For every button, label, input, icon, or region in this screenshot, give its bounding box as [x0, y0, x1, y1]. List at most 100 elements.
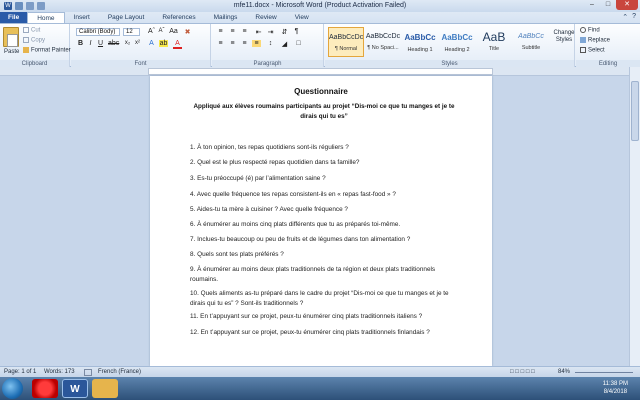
question-9: 9. À énumérer au moins deux plats tradit…	[190, 266, 436, 283]
ribbon-options: ⌃ ?	[622, 13, 636, 21]
maximize-button[interactable]: □	[600, 0, 616, 10]
sort-icon[interactable]: ⇵	[280, 28, 289, 36]
tab-page-layout[interactable]: Page Layout	[99, 12, 154, 23]
clear-formatting-icon[interactable]: ✖	[183, 28, 192, 36]
style-name: ¶ No Spaci...	[367, 45, 399, 51]
editing-group: Find Replace Select Editing	[576, 24, 640, 68]
style-heading-2[interactable]: AaBbCc Heading 2	[439, 27, 475, 57]
align-center-icon[interactable]: ≡	[228, 40, 237, 47]
minimize-button[interactable]: –	[584, 0, 600, 10]
shading-icon[interactable]: ◢	[280, 40, 289, 48]
style-sample: AaBbCc	[441, 33, 473, 42]
borders-icon[interactable]: □	[294, 40, 303, 47]
style-sample: AaBbCc	[518, 33, 544, 40]
clipboard-group: Paste Cut Copy Format Painter Clipboard	[0, 24, 71, 68]
word-taskbar-icon[interactable]: W	[62, 379, 88, 398]
subscript-icon[interactable]: x₂	[123, 40, 132, 46]
style-normal[interactable]: AaBbCcDc ¶ Normal	[328, 27, 364, 57]
replace-label: Replace	[588, 37, 611, 44]
window-title: mfe11.docx - Microsoft Word (Product Act…	[233, 2, 407, 9]
bullets-icon[interactable]: ≡	[216, 28, 225, 35]
change-case-icon[interactable]: Aa	[169, 28, 178, 35]
increase-indent-icon[interactable]: ⇥	[266, 28, 275, 36]
replace-button[interactable]: Replace	[580, 37, 610, 44]
word-count[interactable]: Words: 173	[44, 369, 75, 375]
multilevel-list-icon[interactable]: ≡	[240, 28, 249, 35]
strikethrough-icon[interactable]: abc	[108, 40, 119, 47]
tab-view[interactable]: View	[286, 12, 318, 23]
zoom-slider[interactable]	[575, 372, 633, 373]
grow-font-icon[interactable]: Aˆ	[147, 28, 156, 35]
cut-button[interactable]: Cut	[23, 27, 40, 34]
replace-icon	[580, 37, 586, 43]
binoculars-icon	[580, 27, 586, 33]
horizontal-ruler[interactable]	[0, 67, 640, 76]
decrease-indent-icon[interactable]: ⇤	[254, 28, 263, 36]
view-buttons[interactable]: □ □ □ □ □	[510, 369, 535, 375]
vertical-scrollbar[interactable]	[629, 67, 640, 366]
select-button[interactable]: Select	[580, 47, 605, 54]
tab-review[interactable]: Review	[246, 12, 285, 23]
copy-icon	[23, 37, 29, 43]
status-bar: Page: 1 of 1 Words: 173 French (France) …	[0, 366, 640, 377]
page-count[interactable]: Page: 1 of 1	[4, 369, 36, 375]
tab-references[interactable]: References	[153, 12, 204, 23]
zoom-level[interactable]: 84%	[558, 369, 570, 375]
align-left-icon[interactable]: ≡	[216, 40, 225, 47]
style-title[interactable]: AaB Title	[476, 27, 512, 57]
language-indicator[interactable]: French (France)	[98, 369, 141, 375]
align-right-icon[interactable]: ≡	[240, 40, 249, 47]
tab-insert[interactable]: Insert	[65, 12, 99, 23]
tab-home[interactable]: Home	[27, 12, 65, 23]
highlight-icon[interactable]: ab	[159, 40, 168, 47]
underline-icon[interactable]: U	[96, 40, 105, 47]
style-no-spacing[interactable]: AaBbCcDc ¶ No Spaci...	[365, 27, 401, 57]
taskbar: W 11:38 PM 8/4/2018	[0, 377, 640, 400]
bold-icon[interactable]: B	[76, 40, 85, 47]
system-clock[interactable]: 11:38 PM 8/4/2018	[603, 380, 628, 396]
start-button[interactable]	[2, 378, 23, 399]
styles-group: AaBbCcDc ¶ Normal AaBbCcDc ¶ No Spaci...…	[325, 24, 575, 68]
ribbon: Paste Cut Copy Format Painter Clipboard …	[0, 23, 640, 68]
paste-icon[interactable]	[3, 27, 19, 47]
font-name-field[interactable]: Calibri (Body)	[76, 28, 120, 36]
paragraph-group: ≡ ≡ ≡ ⇤ ⇥ ⇵ ¶ ≡ ≡ ≡ ≡ ↕ ◢ □ Paragraph	[212, 24, 324, 68]
text-effects-icon[interactable]: A	[147, 40, 156, 47]
line-spacing-icon[interactable]: ↕	[266, 40, 275, 47]
style-sample: AaBbCcDc	[365, 33, 401, 40]
superscript-icon[interactable]: x²	[133, 40, 142, 46]
clock-date: 8/4/2018	[603, 389, 628, 395]
font-color-icon[interactable]: A	[173, 40, 182, 49]
brush-icon	[23, 47, 29, 53]
tab-mailings[interactable]: Mailings	[205, 12, 247, 23]
minimize-ribbon-icon[interactable]: ⌃	[622, 13, 628, 21]
proofing-icon[interactable]	[84, 369, 92, 376]
find-label: Find	[588, 27, 600, 34]
scrollbar-thumb[interactable]	[631, 81, 639, 141]
italic-icon[interactable]: I	[86, 40, 95, 47]
find-button[interactable]: Find	[580, 27, 600, 34]
opera-icon[interactable]	[32, 379, 58, 398]
file-explorer-icon[interactable]	[92, 379, 118, 398]
numbering-icon[interactable]: ≡	[228, 28, 237, 35]
style-sample: AaBbCc	[404, 33, 436, 42]
style-subtitle[interactable]: AaBbCc Subtitle	[513, 27, 549, 57]
font-size-field[interactable]: 12	[123, 28, 140, 36]
tab-file[interactable]: File	[0, 12, 28, 23]
style-name: ¶ Normal	[334, 46, 358, 52]
shrink-font-icon[interactable]: Aˇ	[157, 28, 166, 34]
copy-button[interactable]: Copy	[23, 37, 45, 44]
style-heading-1[interactable]: AaBbCc Heading 1	[402, 27, 438, 57]
document-page[interactable]: Questionnaire Appliqué aux élèves roumai…	[150, 76, 492, 366]
window-controls: – □ ✕	[584, 0, 638, 10]
paste-button[interactable]: Paste	[4, 49, 19, 55]
help-icon[interactable]: ?	[632, 13, 636, 21]
show-formatting-icon[interactable]: ¶	[292, 28, 301, 35]
style-name: Heading 2	[444, 47, 470, 53]
justify-icon[interactable]: ≡	[252, 40, 261, 47]
close-button[interactable]: ✕	[616, 0, 638, 10]
style-name: Heading 1	[407, 47, 433, 53]
ribbon-tabs: File Home Insert Page Layout References …	[0, 12, 640, 23]
change-styles-button[interactable]: Change Styles	[553, 30, 575, 44]
format-painter-button[interactable]: Format Painter	[23, 47, 71, 54]
